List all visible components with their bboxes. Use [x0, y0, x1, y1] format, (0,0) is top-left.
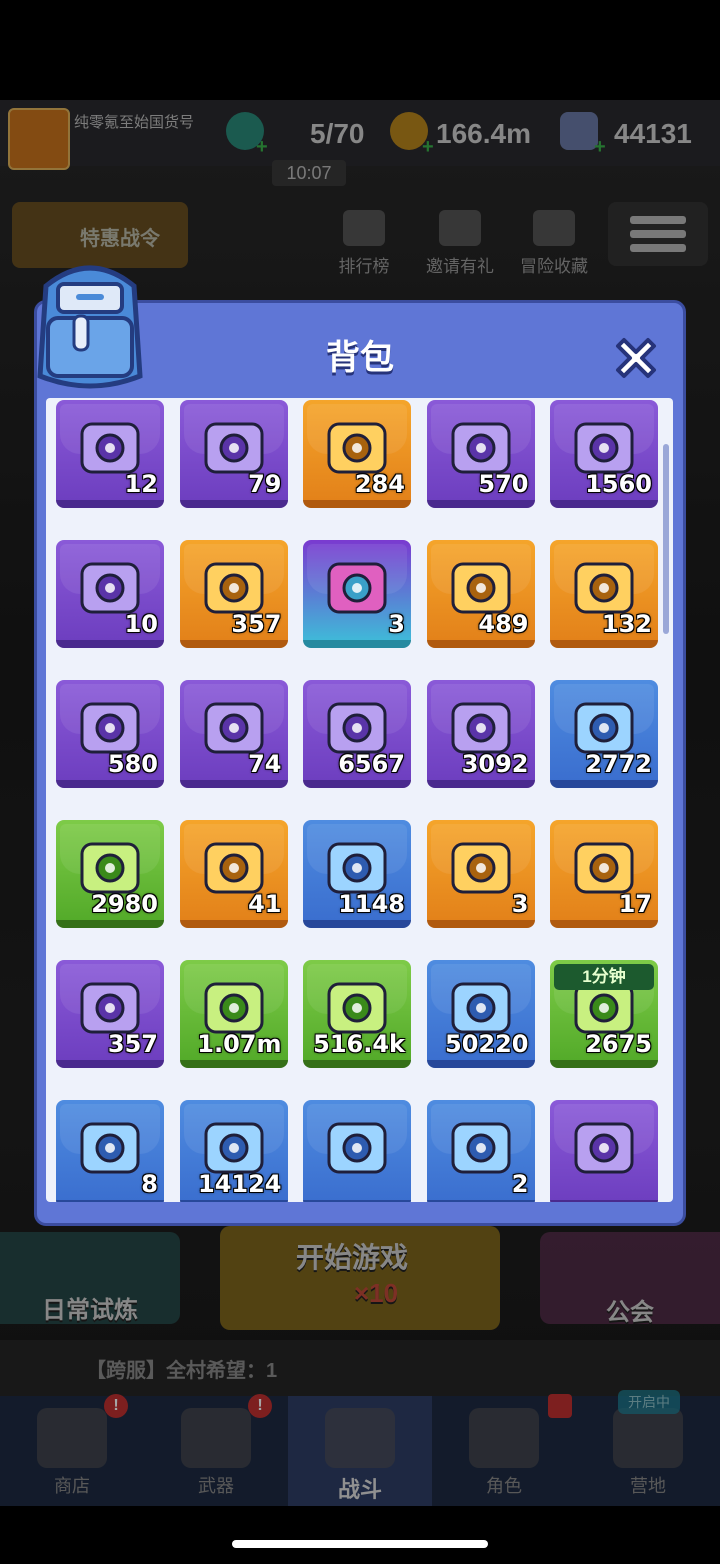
item-count: 489 [478, 610, 529, 638]
green-chevron-icon [327, 1122, 387, 1174]
vr-headset-icon [327, 562, 387, 614]
inventory-item[interactable]: 516.4k [303, 960, 411, 1068]
x4-badge-icon [451, 1122, 510, 1174]
item-count: 2 [511, 1170, 529, 1198]
inventory-item[interactable]: 50220 [426, 960, 535, 1068]
inventory-item[interactable]: 10 [56, 540, 164, 648]
item-count: 41 [248, 890, 282, 918]
inventory-item[interactable]: 1分钟 2675 [550, 960, 658, 1068]
inventory-item[interactable]: 3 [426, 820, 535, 928]
item-count: 3092 [461, 750, 529, 778]
item-count: 357 [107, 1030, 158, 1058]
inventory-item[interactable]: 2 [426, 1100, 535, 1202]
item-time-tag: 1分钟 [554, 964, 654, 990]
purple-emblem-icon [574, 1122, 634, 1174]
item-count: 14124 [198, 1170, 282, 1198]
inventory-item[interactable]: 74 [179, 680, 288, 788]
item-count: 17 [618, 890, 652, 918]
panel-title: 背包 [326, 339, 394, 377]
gold-chest-icon [451, 842, 510, 894]
inventory-item[interactable]: 41 [179, 820, 288, 928]
backpack-icon [37, 265, 143, 389]
hex-core-icon [80, 1122, 140, 1174]
item-count: 516.4k [313, 1030, 405, 1058]
item-count: 2675 [585, 1030, 652, 1058]
item-count: 8 [141, 1170, 158, 1198]
inventory-item[interactable]: 2772 [550, 680, 658, 788]
inventory-item[interactable]: 8 [56, 1100, 164, 1202]
inventory-item[interactable] [550, 1100, 658, 1202]
item-count: 284 [354, 470, 405, 498]
home-indicator[interactable] [232, 1540, 488, 1548]
inventory-item[interactable]: 580 [56, 680, 164, 788]
inventory-item[interactable]: 79 [179, 400, 288, 508]
inventory-item[interactable]: 1148 [303, 820, 411, 928]
inventory-item[interactable]: 284 [303, 400, 411, 508]
item-count: 1148 [338, 890, 405, 918]
inventory-item[interactable]: 489 [426, 540, 535, 648]
inventory-item[interactable]: 1.07m [179, 960, 288, 1068]
inventory-item[interactable]: 357 [56, 960, 164, 1068]
inventory-item[interactable]: 1560 [550, 400, 658, 508]
inventory-item[interactable]: 14124 [179, 1100, 288, 1202]
inventory-item[interactable]: 570 [426, 400, 535, 508]
inventory-item[interactable] [303, 1100, 411, 1202]
item-count: 50220 [445, 1030, 529, 1058]
inventory-item[interactable]: 3 [303, 540, 411, 648]
item-count: 357 [231, 610, 282, 638]
item-count: 3 [511, 890, 529, 918]
item-count: 1560 [585, 470, 652, 498]
inventory-item[interactable]: 3092 [426, 680, 535, 788]
inventory-item[interactable]: 17 [550, 820, 658, 928]
close-icon[interactable] [608, 330, 664, 386]
inventory-item[interactable]: 357 [179, 540, 288, 648]
inventory-item[interactable]: 6567 [303, 680, 411, 788]
item-grid[interactable]: 12 79 284 570 1560 10 357 3 489 132 580 74 6567 3092 2… [46, 398, 673, 1202]
item-count: 132 [601, 610, 652, 638]
item-count: 2980 [91, 890, 158, 918]
item-count: 10 [124, 610, 158, 638]
item-count: 570 [478, 470, 529, 498]
item-count: 1.07m [197, 1030, 282, 1058]
item-count: 3 [388, 610, 405, 638]
item-count: 6567 [338, 750, 405, 778]
inventory-item[interactable]: 12 [56, 400, 164, 508]
item-count: 2772 [585, 750, 652, 778]
item-count: 74 [248, 750, 282, 778]
inventory-item[interactable]: 2980 [56, 820, 164, 928]
scrollbar[interactable] [663, 444, 669, 634]
inventory-item[interactable]: 132 [550, 540, 658, 648]
item-count: 580 [107, 750, 158, 778]
item-count: 12 [124, 470, 158, 498]
item-count: 79 [248, 470, 282, 498]
